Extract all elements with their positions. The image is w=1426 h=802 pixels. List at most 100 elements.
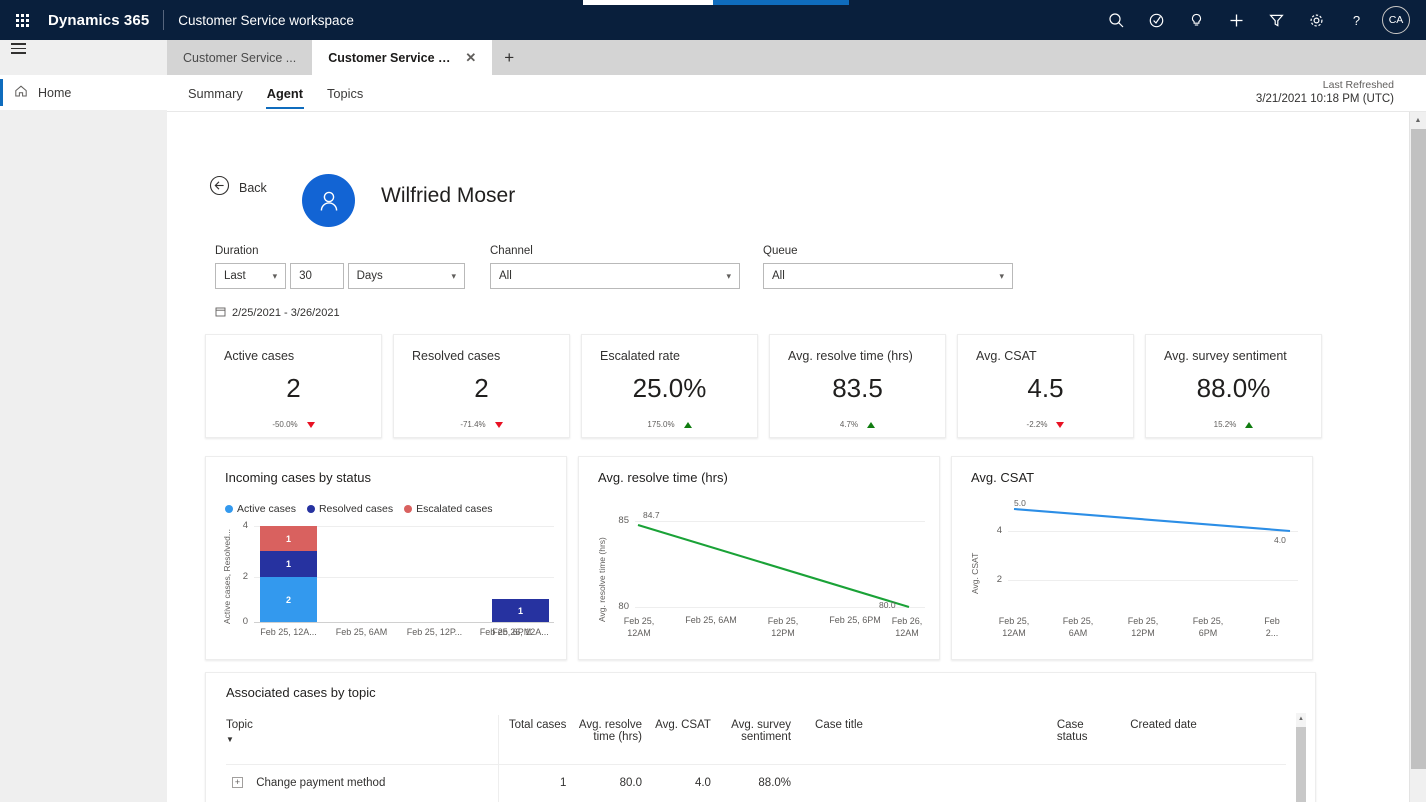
page-scrollbar-thumb[interactable] — [1411, 129, 1426, 769]
cell-avg-csat: 4.0 — [651, 764, 721, 801]
cell-topic: + Change payment method — [226, 764, 499, 801]
kpi-card-avg-resolve-time[interactable]: Avg. resolve time (hrs) 83.5 4.7% — [769, 334, 946, 438]
kpi-value: 4.5 — [1027, 373, 1064, 403]
trend-down-icon — [494, 421, 503, 428]
bar-value-label: 1 — [285, 533, 291, 544]
bar-value-label: 1 — [285, 559, 291, 569]
column-header-avg-survey-sentiment[interactable]: Avg. survey sentiment — [721, 715, 801, 765]
kpi-value: 25.0% — [632, 373, 707, 403]
page-scrollbar[interactable]: ▲ — [1409, 112, 1426, 802]
table-row[interactable]: + Change payment method 1 80.0 4.0 88.0% — [226, 764, 1286, 801]
x-tick: Feb 25, 12PM — [767, 616, 799, 639]
bar-segment-resolved-last[interactable]: 1 — [492, 599, 549, 622]
hamburger-icon[interactable] — [0, 40, 36, 57]
lightbulb-icon[interactable] — [1176, 0, 1216, 40]
help-icon[interactable]: ? — [1336, 0, 1376, 40]
chart-plot-area: Avg. CSAT 4 2 5.0 4.0 Feb 25, 12AM Feb 25… — [952, 457, 1314, 661]
trend-down-icon — [306, 421, 315, 428]
last-refreshed: Last Refreshed 3/21/2021 10:18 PM (UTC) — [1256, 78, 1394, 108]
channel-filter-label: Channel — [490, 245, 533, 257]
cell-avg-resolve-time: 80.0 — [576, 764, 652, 801]
kpi-title: Avg. survey sentiment — [1164, 349, 1287, 363]
main-content: Summary Agent Topics Last Refreshed 3/21… — [167, 75, 1426, 802]
channel-select[interactable]: All ▾ — [490, 263, 740, 289]
dashboard-canvas: Back Wilfried Moser Duration Last ▾ 30 D… — [167, 112, 1395, 802]
kpi-card-avg-csat[interactable]: Avg. CSAT 4.5 -2.2% — [957, 334, 1134, 438]
scroll-up-icon[interactable]: ▲ — [1296, 713, 1306, 725]
filter-funnel-icon[interactable] — [1256, 0, 1296, 40]
sidebar-item-home[interactable]: Home — [0, 75, 167, 110]
sidebar-item-label: Home — [38, 85, 72, 100]
x-tick: Feb 2... — [1264, 616, 1280, 639]
kpi-delta-value: -2.2% — [1026, 420, 1048, 429]
kpi-delta: -2.2% — [958, 420, 1133, 429]
bar-segment-resolved[interactable]: 1 — [260, 551, 317, 577]
duration-count-input[interactable]: 30 — [290, 263, 344, 289]
sort-descending-icon: ▼ — [226, 735, 234, 744]
x-tick: Feb 25, 6AM — [685, 615, 737, 625]
column-header-topic[interactable]: Topic ▼ — [226, 715, 499, 765]
kpi-value: 2 — [474, 373, 489, 403]
session-tab-customer-service[interactable]: Customer Service ... — [167, 40, 313, 75]
bar-segment-escalated[interactable]: 1 — [260, 526, 317, 551]
kpi-card-row: Active cases 2 -50.0% Resolved cases 2 -… — [205, 334, 1322, 438]
chart-card-row: Incoming cases by status Active cases Re… — [205, 456, 1313, 660]
column-label: Topic — [226, 719, 253, 731]
chart-card-incoming-cases-by-status[interactable]: Incoming cases by status Active cases Re… — [205, 456, 567, 660]
search-icon[interactable] — [1096, 0, 1136, 40]
table-scrollbar[interactable]: ▲ — [1296, 713, 1306, 802]
tabstrip-left-pad — [0, 40, 167, 75]
duration-range-select[interactable]: Last ▾ — [215, 263, 287, 289]
session-tab-customer-service-historical[interactable]: Customer Service historic... ✕ — [312, 40, 493, 75]
chart-card-avg-csat[interactable]: Avg. CSAT Avg. CSAT 4 2 5.0 4.0 Feb 25, 1… — [951, 456, 1313, 660]
expand-plus-icon[interactable]: + — [232, 777, 243, 789]
column-header-avg-csat[interactable]: Avg. CSAT — [652, 715, 721, 765]
settings-gear-icon[interactable] — [1296, 0, 1336, 40]
cell-case-status — [1056, 764, 1131, 801]
kpi-card-active-cases[interactable]: Active cases 2 -50.0% — [205, 334, 382, 438]
column-header-total-cases[interactable]: Total cases — [499, 715, 577, 765]
kpi-value: 2 — [286, 373, 301, 403]
y-tick-4: 4 — [242, 520, 248, 531]
calendar-icon — [215, 306, 226, 320]
assistant-check-circle-icon[interactable] — [1136, 0, 1176, 40]
top-bar-actions: ? CA — [1096, 0, 1426, 40]
kpi-card-avg-survey-sentiment[interactable]: Avg. survey sentiment 88.0% 15.2% — [1145, 334, 1322, 438]
queue-filter-label: Queue — [763, 245, 798, 257]
point-label-start: 5.0 — [1014, 498, 1026, 508]
close-icon[interactable]: ✕ — [465, 50, 476, 66]
x-tick: Feb 25, 12A... — [260, 627, 317, 637]
tab-agent[interactable]: Agent — [265, 77, 305, 109]
x-tick: Feb 25, 6PM — [1192, 616, 1224, 639]
app-launcher-icon[interactable] — [0, 0, 44, 40]
bar-segment-active[interactable]: 2 — [260, 577, 317, 622]
app-name-label: Customer Service workspace — [178, 12, 354, 28]
table-scrollbar-thumb[interactable] — [1296, 727, 1306, 802]
tab-summary[interactable]: Summary — [187, 77, 244, 109]
cell-case-title — [801, 764, 1057, 801]
add-icon[interactable] — [1216, 0, 1256, 40]
svg-text:?: ? — [1352, 13, 1359, 28]
x-tick: Feb 25, 12AM — [998, 616, 1030, 639]
x-tick: Feb 25, 12PM — [1127, 616, 1159, 639]
add-tab-icon[interactable]: + — [492, 40, 526, 75]
column-header-created-date[interactable]: Created date — [1130, 715, 1286, 765]
agent-name: Wilfried Moser — [381, 184, 516, 207]
kpi-card-escalated-rate[interactable]: Escalated rate 25.0% 175.0% — [581, 334, 758, 438]
column-header-case-title[interactable]: Case title — [801, 715, 1057, 765]
chart-plot-area: Active cases, Resolved... 4 2 0 1 1 2 1 … — [206, 457, 568, 661]
trend-up-icon — [867, 421, 876, 428]
cell-total-cases: 1 — [498, 764, 577, 801]
scroll-up-icon[interactable]: ▲ — [1410, 112, 1426, 129]
kpi-card-resolved-cases[interactable]: Resolved cases 2 -71.4% — [393, 334, 570, 438]
queue-select[interactable]: All ▾ — [763, 263, 1013, 289]
user-avatar[interactable]: CA — [1382, 6, 1410, 34]
tab-topics[interactable]: Topics — [326, 77, 364, 109]
chart-card-avg-resolve-time[interactable]: Avg. resolve time (hrs) Avg. resolve tim… — [578, 456, 940, 660]
kpi-delta-value: -50.0% — [272, 420, 298, 429]
column-header-avg-resolve-time[interactable]: Avg. resolve time (hrs) — [576, 715, 652, 765]
column-header-case-status[interactable]: Case status — [1057, 715, 1130, 765]
back-button[interactable]: Back — [209, 175, 267, 201]
duration-unit-select[interactable]: Days ▾ — [347, 263, 465, 289]
x-tick: Feb 25, 12P... — [406, 627, 463, 637]
